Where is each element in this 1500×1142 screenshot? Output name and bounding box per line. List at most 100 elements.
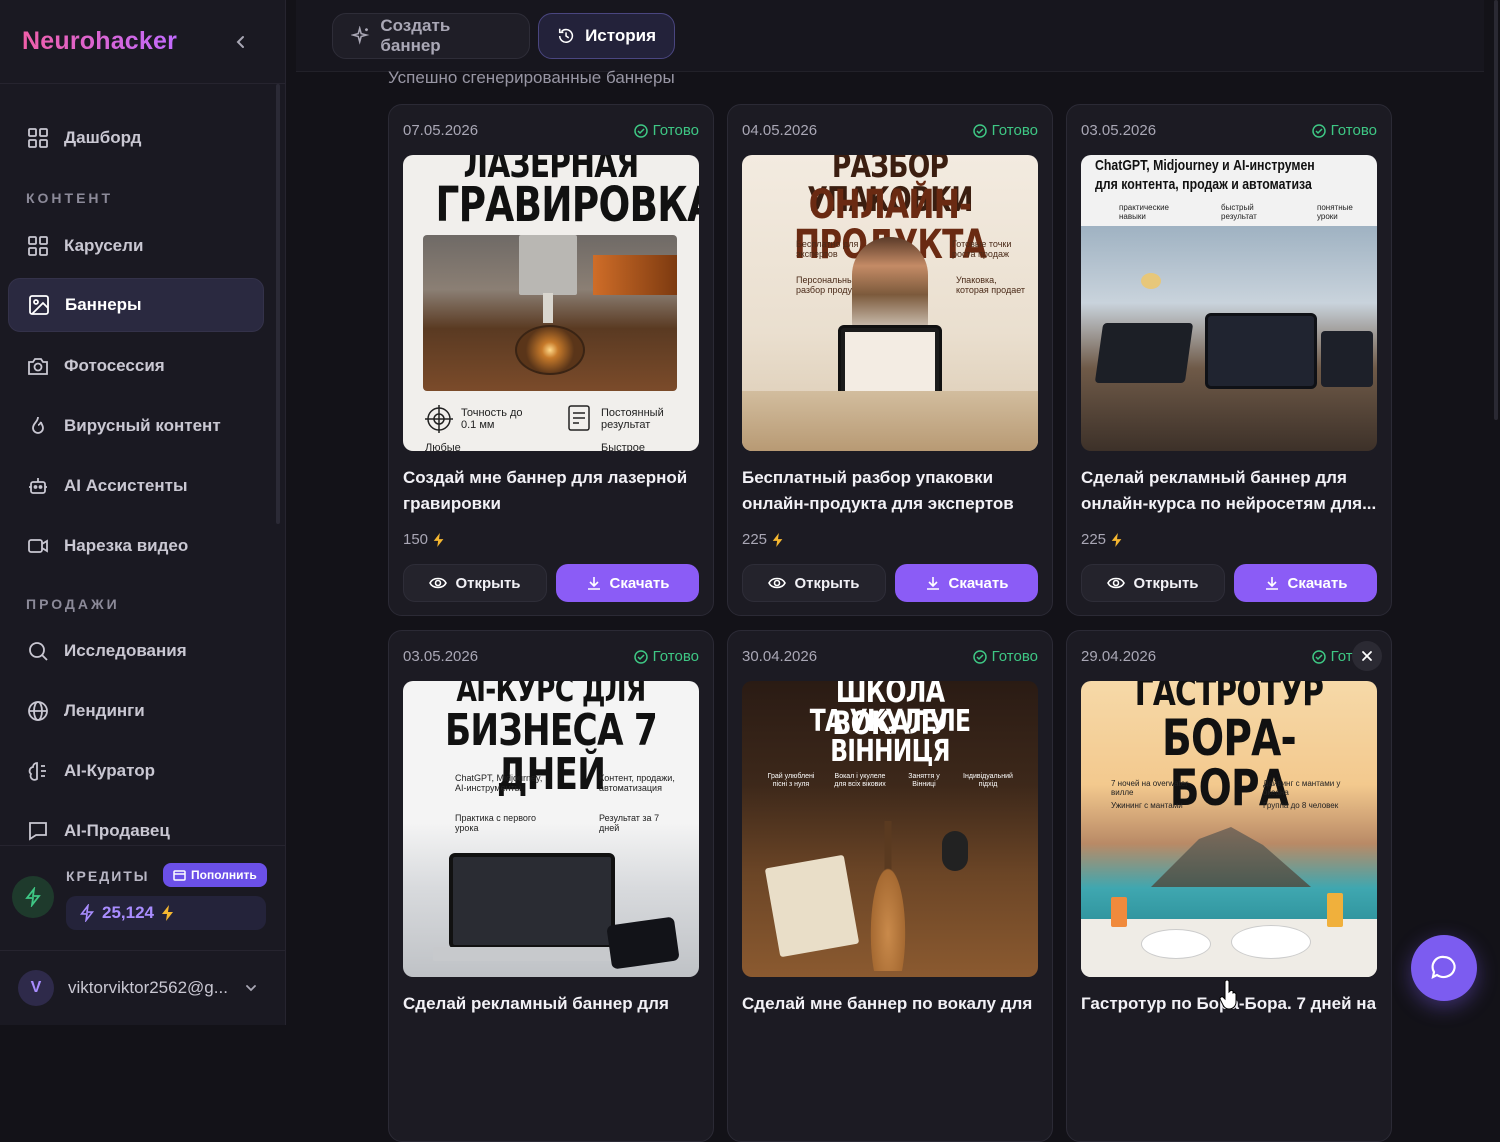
credits-value: 25,124 <box>102 903 154 923</box>
sidebar-scrollbar[interactable] <box>276 84 280 524</box>
close-icon[interactable] <box>1352 641 1382 671</box>
image-icon <box>27 293 51 317</box>
chevron-down-icon[interactable] <box>244 983 258 993</box>
image-caption: Індивідуальний підхід <box>956 773 1020 789</box>
tablet-photo <box>838 325 942 399</box>
check-circle-icon <box>973 650 987 664</box>
page-scrollbar[interactable] <box>1494 0 1498 420</box>
topup-button[interactable]: Пополнить <box>163 863 267 887</box>
sidebar: Neurohacker Дашборд КОНТЕНТ Карусели Бан… <box>0 0 286 1025</box>
banner-card: 29.04.2026 Готово ГАСТРОТУР БОРА-БОРА 7 … <box>1066 630 1392 1142</box>
banner-preview-image[interactable]: ШКОЛА ВОКАЛУ ТА УКУЛЕЛЕ ВІННИЦЯ Грай улю… <box>742 681 1038 977</box>
mountain-photo <box>1151 827 1311 887</box>
sidebar-item-label: Вирусный контент <box>64 416 221 436</box>
image-caption: ChatGPT, Midjourney, AI-инструменты <box>455 773 555 793</box>
laptop-photo <box>449 853 615 949</box>
check-circle-icon <box>1312 650 1326 664</box>
clipboard-icon <box>566 403 594 435</box>
image-caption: Заняття у Вінниці <box>900 773 948 789</box>
lightning-icon <box>432 532 446 548</box>
image-caption: Вокал і укулеле для всіх віковиx <box>828 773 892 789</box>
section-label-content: КОНТЕНТ <box>26 190 113 206</box>
eye-icon <box>1107 576 1125 590</box>
status-badge: Готово <box>634 648 699 665</box>
banner-card: 03.05.2026 Готово AI-КУРС ДЛЯ БИЗНЕСА 7 … <box>388 630 714 1142</box>
check-circle-icon <box>973 124 987 138</box>
sidebar-item-viral[interactable]: Вирусный контент <box>8 399 264 453</box>
download-icon <box>925 575 941 591</box>
lamp-photo <box>1141 273 1161 289</box>
image-caption: практические навыки <box>1119 203 1181 221</box>
video-icon <box>26 534 50 558</box>
sparkle-icon <box>351 26 370 46</box>
image-headline-2: ТА УКУЛЕЛЕ ВІННИЦЯ <box>775 707 1006 767</box>
download-label: Скачать <box>949 575 1009 592</box>
chevron-left-icon <box>235 35 247 49</box>
monitor-photo <box>1321 331 1373 387</box>
sidebar-item-label: Карусели <box>64 236 143 256</box>
sidebar-item-label: Фотосессия <box>64 356 165 376</box>
tab-create-banner[interactable]: Создать баннер <box>332 13 530 59</box>
open-button[interactable]: Открыть <box>1081 564 1225 602</box>
sidebar-item-research[interactable]: Исследования <box>8 624 264 678</box>
brand-logo[interactable]: Neurohacker <box>22 27 177 56</box>
sidebar-item-ai-seller[interactable]: AI-Продавец <box>8 804 264 845</box>
sidebar-item-video-cut[interactable]: Нарезка видео <box>8 519 264 573</box>
tab-history[interactable]: История <box>538 13 675 59</box>
sidebar-item-banners[interactable]: Баннеры <box>8 278 264 332</box>
card-date: 07.05.2026 <box>403 122 478 139</box>
image-caption: Контент, продажи, автоматизация <box>599 773 695 793</box>
sidebar-item-label: AI-Продавец <box>64 821 170 841</box>
banner-card: 30.04.2026 Готово ШКОЛА ВОКАЛУ ТА УКУЛЕЛ… <box>727 630 1053 1142</box>
card-date: 03.05.2026 <box>1081 122 1156 139</box>
credits-panel: КРЕДИТЫ Пополнить 25,124 <box>0 845 286 949</box>
sidebar-item-label: AI-Куратор <box>64 761 155 781</box>
image-caption: Постоянный результат <box>601 407 686 431</box>
grid-icon <box>26 126 50 150</box>
open-button[interactable]: Открыть <box>742 564 886 602</box>
eye-icon <box>768 576 786 590</box>
sidebar-item-ai-curator[interactable]: AI-Куратор <box>8 744 264 798</box>
chat-bubble-icon <box>1429 953 1459 983</box>
download-label: Скачать <box>1288 575 1348 592</box>
banner-preview-image[interactable]: ЛАЗЕРНАЯ ГРАВИРОВКА Точность до 0.1 мм П… <box>403 155 699 451</box>
brand-row: Neurohacker <box>0 0 285 84</box>
banner-card: 07.05.2026 Готово ЛАЗЕРНАЯ ГРАВИРОВКА То… <box>388 104 714 616</box>
banner-preview-image[interactable]: ChatGPT, Midjourney и AI-инструмен для к… <box>1081 155 1377 451</box>
download-button[interactable]: Скачать <box>1234 564 1377 602</box>
card-title: Бесплатный разбор упаковки онлайн-продук… <box>742 465 1040 517</box>
chat-button[interactable] <box>1411 935 1477 1001</box>
banner-preview-image[interactable]: AI-КУРС ДЛЯ БИЗНЕСА 7 ДНЕЙ ChatGPT, Midj… <box>403 681 699 977</box>
collapse-sidebar-button[interactable] <box>233 34 249 50</box>
page-subtitle: Успешно сгенерированные баннеры <box>388 68 675 88</box>
sidebar-item-carousels[interactable]: Карусели <box>8 219 264 273</box>
image-caption: Практика с первого урока <box>455 813 545 833</box>
open-button[interactable]: Открыть <box>403 564 547 602</box>
globe-icon <box>26 699 50 723</box>
laptop-photo <box>1205 313 1317 389</box>
flame-icon <box>26 414 50 438</box>
status-label: Готово <box>1331 122 1377 139</box>
card-cost: 225 <box>1081 531 1124 548</box>
status-label: Готово <box>653 122 699 139</box>
download-button[interactable]: Скачать <box>556 564 699 602</box>
sidebar-item-landings[interactable]: Лендинги <box>8 684 264 738</box>
image-headline-1: AI-КУРС ДЛЯ <box>436 681 667 707</box>
status-badge: Готово <box>973 648 1038 665</box>
status-badge: Готово <box>1312 122 1377 139</box>
card-cost: 150 <box>403 531 446 548</box>
avatar: V <box>18 970 54 1006</box>
eye-icon <box>429 576 447 590</box>
card-date: 04.05.2026 <box>742 122 817 139</box>
sidebar-item-photoshoot[interactable]: Фотосессия <box>8 339 264 393</box>
user-menu[interactable]: V viktorviktor2562@g... <box>0 950 286 1025</box>
banner-preview-image[interactable]: ГАСТРОТУР БОРА-БОРА 7 ночей на overwater… <box>1081 681 1377 977</box>
sidebar-item-dashboard[interactable]: Дашборд <box>8 111 264 165</box>
sidebar-item-ai-assistants[interactable]: AI Ассистенты <box>8 459 264 513</box>
banner-preview-image[interactable]: РАЗБОР УПАКОВКИ ОНЛАЙН-ПРОДУКТА Бесплатн… <box>742 155 1038 451</box>
search-icon <box>26 639 50 663</box>
cost-value: 225 <box>742 531 767 548</box>
sidebar-item-label: Исследования <box>64 641 187 661</box>
download-button[interactable]: Скачать <box>895 564 1038 602</box>
status-label: Готово <box>653 648 699 665</box>
